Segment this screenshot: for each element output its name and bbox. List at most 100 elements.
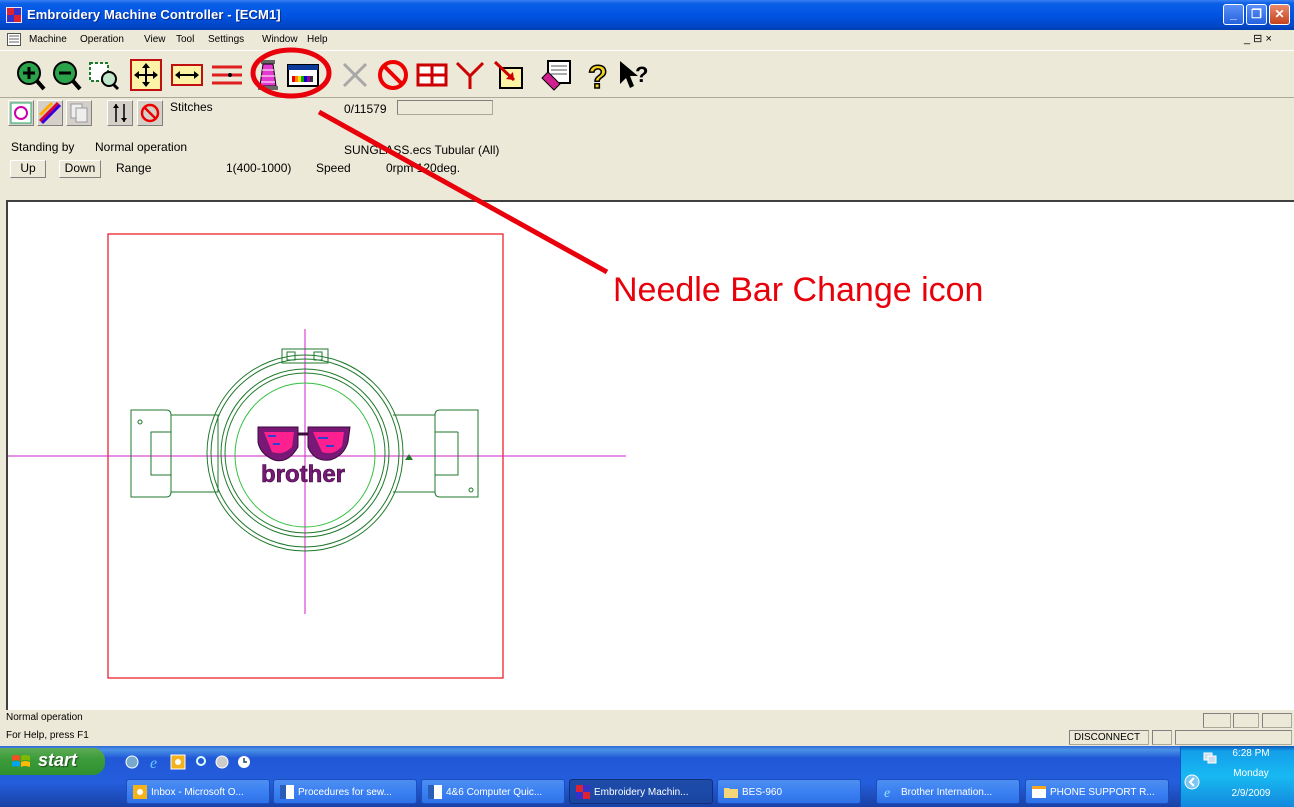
status-pane-a: [1203, 713, 1231, 728]
down-button[interactable]: Down: [59, 160, 101, 178]
help-button[interactable]: ?: [581, 58, 615, 96]
copy-icon: [70, 103, 88, 123]
fit-all-icon: [130, 59, 162, 91]
svg-text:?: ?: [588, 59, 608, 92]
document-icon[interactable]: [7, 33, 21, 46]
quicklaunch-app-icon[interactable]: [124, 754, 140, 770]
annotation-label: Needle Bar Change icon: [613, 271, 984, 309]
cancel-button[interactable]: [338, 58, 372, 92]
windows-flag-icon: [12, 755, 30, 767]
mdi-window-controls[interactable]: _ ⊟ ×: [1244, 32, 1272, 45]
speed-label: Speed: [316, 161, 351, 175]
needle-bar-change-button[interactable]: [286, 58, 320, 92]
frame-move-icon: [493, 60, 523, 89]
status-pane-d: [1152, 730, 1172, 745]
task-phone-support[interactable]: PHONE SUPPORT R...: [1025, 779, 1169, 804]
close-button[interactable]: ✕: [1269, 4, 1290, 25]
range-label: Range: [116, 161, 152, 175]
frame-move-button[interactable]: [492, 58, 526, 92]
status-bar: Normal operation For Help, press F1 DISC…: [0, 710, 1294, 746]
pattern-button[interactable]: [540, 58, 574, 92]
zoom-in-icon: [17, 61, 46, 91]
task-procedures[interactable]: Procedures for sew...: [273, 779, 417, 804]
help-icon: ?: [587, 58, 608, 96]
menu-settings[interactable]: Settings: [208, 34, 244, 45]
task-computer-quick[interactable]: 4&6 Computer Quic...: [421, 779, 565, 804]
stitches-value: 0/11579: [344, 102, 387, 116]
prohibit-button[interactable]: [137, 100, 163, 126]
brand-text: brother: [261, 461, 345, 488]
title-bar[interactable]: Embroidery Machine Controller - [ECM1] _…: [0, 0, 1294, 30]
menu-operation[interactable]: Operation: [80, 34, 124, 45]
task-brother-international[interactable]: e Brother Internation...: [876, 779, 1020, 804]
app-icon: [6, 7, 22, 23]
menu-machine[interactable]: Machine: [29, 34, 67, 45]
view-design-button[interactable]: [8, 100, 34, 126]
zoom-out-button[interactable]: [49, 58, 83, 92]
app-window: Embroidery Machine Controller - [ECM1] _…: [0, 0, 1294, 807]
task-embroidery-machine[interactable]: Embroidery Machin...: [569, 779, 713, 804]
task-bes-960[interactable]: BES-960: [717, 779, 861, 804]
menu-window[interactable]: Window: [262, 34, 298, 45]
trim-button[interactable]: [453, 58, 487, 92]
menu-view[interactable]: View: [144, 34, 166, 45]
start-button[interactable]: start: [0, 748, 105, 775]
status-pane-e: [1175, 730, 1292, 745]
status-help-hint: For Help, press F1: [6, 730, 89, 741]
svg-text:e: e: [884, 786, 890, 799]
menu-help[interactable]: Help: [307, 34, 328, 45]
copy-button[interactable]: [66, 100, 92, 126]
grid-button[interactable]: [415, 58, 449, 92]
design-view-icon: [10, 102, 32, 124]
thread-spool-button[interactable]: [251, 58, 285, 92]
clock-icon[interactable]: [236, 754, 252, 770]
chevron-left-icon[interactable]: [1184, 774, 1200, 790]
minimize-button[interactable]: _: [1223, 4, 1244, 25]
zoom-out-icon: [53, 61, 82, 91]
search-icon[interactable]: [194, 754, 210, 770]
operation-mode: Normal operation: [95, 140, 188, 154]
status-pane-c: [1262, 713, 1292, 728]
zoom-window-button[interactable]: [87, 58, 121, 92]
connection-status: DISCONNECT: [1069, 730, 1149, 745]
needle-updown-button[interactable]: [107, 100, 133, 126]
internet-explorer-icon[interactable]: e: [148, 754, 164, 770]
speed-value: 0rpm 120deg.: [386, 161, 461, 175]
prohibit-icon: [140, 103, 160, 123]
folder-icon: [724, 788, 738, 798]
machine-status-panel: Stitches 0/11579 Standing by Normal oper…: [0, 98, 1294, 200]
internet-explorer-icon: e: [884, 786, 890, 799]
maximize-button[interactable]: ❐: [1246, 4, 1267, 25]
color-view-button[interactable]: [37, 100, 63, 126]
zoom-in-button[interactable]: [13, 58, 47, 92]
machine-state: Standing by: [11, 140, 75, 154]
needle-bar-change-icon: [287, 64, 319, 87]
stitch-lines-button[interactable]: [210, 58, 244, 92]
menu-tool[interactable]: Tool: [176, 34, 194, 45]
stitches-label: Stitches: [170, 100, 213, 114]
sunglass-design: brother: [257, 426, 351, 488]
task-outlook[interactable]: Inbox - Microsoft O...: [126, 779, 270, 804]
fit-width-icon: [171, 64, 203, 86]
svg-text:?: ?: [635, 62, 648, 87]
color-pattern-icon: [38, 101, 62, 125]
context-help-button[interactable]: ?: [617, 58, 651, 92]
up-button[interactable]: Up: [10, 160, 46, 178]
system-tray: 6:28 PM Monday 2/9/2009: [1180, 746, 1294, 807]
stop-button[interactable]: [376, 58, 410, 92]
media-icon[interactable]: [214, 754, 230, 770]
clock-day: Monday: [1233, 768, 1269, 779]
zoom-window-icon: [89, 62, 120, 91]
fit-all-button[interactable]: [129, 58, 163, 92]
context-help-icon: ?: [620, 61, 648, 88]
cancel-x-icon: [342, 62, 368, 88]
app-icon: [576, 785, 590, 799]
toolbar: ? ?: [0, 50, 1294, 98]
range-value: 1(400-1000): [226, 161, 292, 175]
window-title: Embroidery Machine Controller - [ECM1]: [27, 7, 281, 22]
needle-updown-icon: [113, 104, 127, 122]
pattern-icon: [541, 60, 571, 91]
fit-width-button[interactable]: [170, 58, 204, 92]
outlook-icon[interactable]: [170, 754, 186, 770]
explorer-window-icon: [1032, 786, 1046, 798]
